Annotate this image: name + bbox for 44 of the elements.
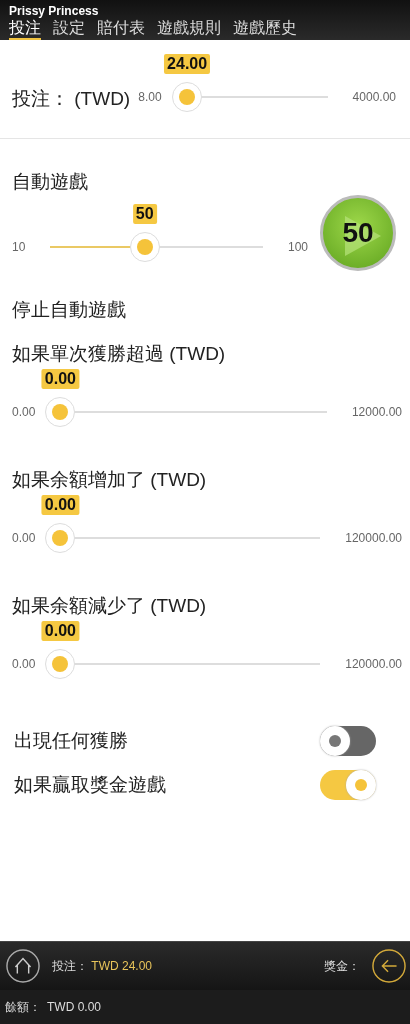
max-value: 120000.00 xyxy=(345,656,402,673)
slider-thumb[interactable] xyxy=(129,232,160,262)
home-icon[interactable] xyxy=(6,949,40,983)
section-title: 自動遊戲 xyxy=(11,170,89,194)
tab[interactable]: 投注 xyxy=(9,18,41,40)
balance-label: 餘額： xyxy=(5,998,41,1016)
app-title: Prissy Princess xyxy=(8,3,100,18)
toggle-switch[interactable] xyxy=(320,770,376,800)
value-badge: 24.00 xyxy=(164,54,211,74)
section-title: 停止自動遊戲 xyxy=(11,298,127,322)
max-value: 12000.00 xyxy=(351,404,402,421)
value-badge: 0.00 xyxy=(41,621,79,641)
slider-thumb[interactable] xyxy=(45,397,76,427)
balance-value: TWD 0.00 xyxy=(47,1000,101,1014)
toggle-switch[interactable] xyxy=(320,726,376,756)
tab[interactable]: 賠付表 xyxy=(97,18,145,40)
slider-thumb[interactable] xyxy=(45,523,76,553)
min-value: 8.00 xyxy=(138,89,162,106)
slider-thumb[interactable] xyxy=(172,82,203,112)
toggle-label: 出現任何獲勝 xyxy=(14,729,128,753)
tab[interactable]: 設定 xyxy=(53,18,85,40)
play-icon xyxy=(345,216,381,256)
min-value: 0.00 xyxy=(12,656,36,673)
value-badge: 0.00 xyxy=(41,495,79,515)
slider-thumb[interactable] xyxy=(45,649,76,679)
tab[interactable]: 遊戲規則 xyxy=(157,18,221,40)
bet-value: TWD 24.00 xyxy=(91,958,153,973)
value-badge: 0.00 xyxy=(41,369,79,389)
autoplay-button[interactable]: 50 xyxy=(320,195,396,271)
max-value: 100 xyxy=(287,239,308,256)
min-value: 0.00 xyxy=(12,530,36,547)
max-value: 4000.00 xyxy=(352,89,396,106)
tab[interactable]: 遊戲歷史 xyxy=(233,18,297,40)
value-badge: 50 xyxy=(132,204,157,224)
bet-label: 投注： xyxy=(52,958,88,973)
limit-label: 如果余額增加了 (TWD) xyxy=(12,468,208,492)
max-value: 120000.00 xyxy=(345,530,402,547)
min-value: 10 xyxy=(12,239,26,256)
min-value: 0.00 xyxy=(12,404,36,421)
bet-label: 投注： (TWD) xyxy=(12,87,131,111)
win-label: 獎金： xyxy=(324,957,360,975)
limit-label: 如果單次獲勝超過 (TWD) xyxy=(12,342,227,366)
limit-label: 如果余額減少了 (TWD) xyxy=(12,594,208,618)
toggle-label: 如果贏取獎金遊戲 xyxy=(14,773,166,797)
